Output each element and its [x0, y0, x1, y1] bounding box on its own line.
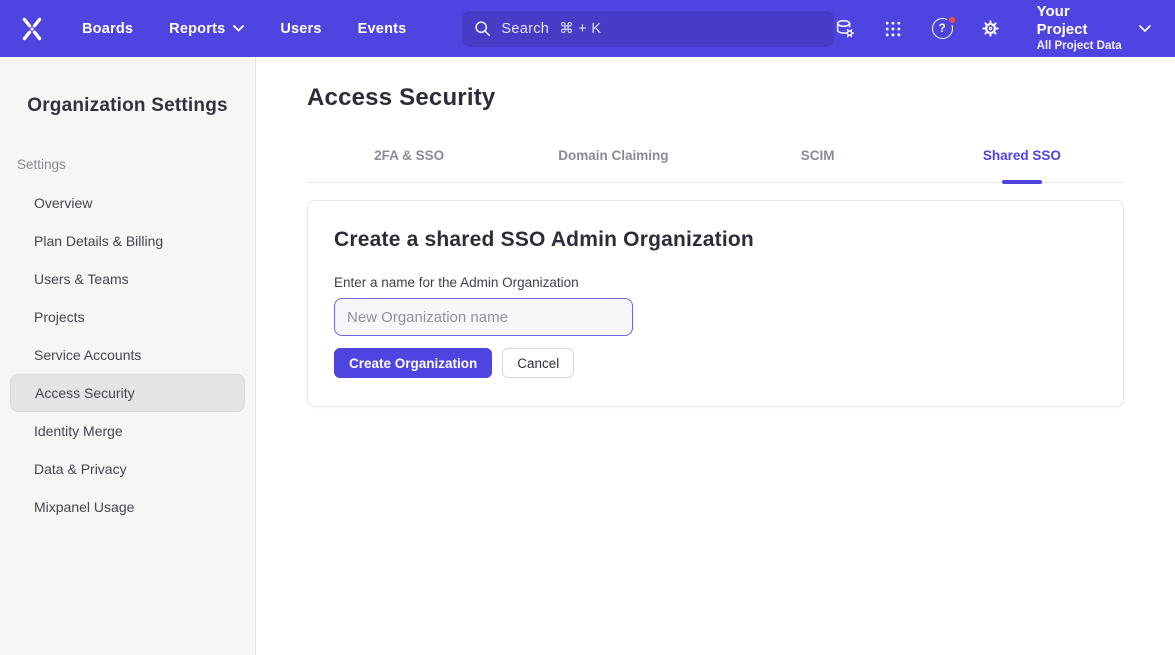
tab-2fa-sso[interactable]: 2FA & SSO	[307, 148, 511, 182]
card-title: Create a shared SSO Admin Organization	[334, 228, 1097, 252]
search-shortcut: ⌘ + K	[559, 21, 601, 37]
sidebar-item-plan-details-billing[interactable]: Plan Details & Billing	[10, 222, 245, 260]
card-actions: Create Organization Cancel	[334, 348, 1097, 378]
help-icon[interactable]: ?	[931, 18, 953, 40]
sidebar-item-service-accounts[interactable]: Service Accounts	[10, 336, 245, 374]
nav-item-label: Users	[280, 21, 321, 37]
nav-item-boards[interactable]: Boards	[82, 21, 133, 37]
nav-utility-area: ? Your Project All Project Data	[834, 3, 1151, 54]
sidebar-item-projects[interactable]: Projects	[10, 298, 245, 336]
sidebar-item-overview[interactable]: Overview	[10, 184, 245, 222]
primary-nav: Boards Reports Users Events	[82, 21, 406, 37]
page-title: Access Security	[307, 84, 1124, 112]
org-name-input[interactable]	[334, 298, 633, 336]
tab-shared-sso[interactable]: Shared SSO	[920, 148, 1124, 182]
nav-item-label: Boards	[82, 21, 133, 37]
settings-sidebar: Organization Settings Settings Overview …	[0, 57, 256, 655]
sidebar-title: Organization Settings	[0, 95, 255, 117]
search-input[interactable]: Search ⌘ + K	[462, 11, 833, 47]
sidebar-section-label: Settings	[17, 157, 255, 172]
sidebar-nav-list: Overview Plan Details & Billing Users & …	[0, 184, 255, 526]
apps-grid-icon[interactable]	[883, 18, 905, 40]
nav-item-label: Reports	[169, 21, 225, 37]
nav-item-events[interactable]: Events	[358, 21, 407, 37]
chevron-down-icon	[1139, 25, 1151, 33]
main-content: Access Security 2FA & SSO Domain Claimin…	[256, 57, 1175, 655]
project-selector[interactable]: Your Project All Project Data	[1037, 3, 1151, 54]
org-name-label: Enter a name for the Admin Organization	[334, 275, 1097, 290]
sidebar-item-access-security[interactable]: Access Security	[10, 374, 245, 412]
top-navbar: Boards Reports Users Events Search ⌘ + K	[0, 0, 1175, 57]
sidebar-item-data-privacy[interactable]: Data & Privacy	[10, 450, 245, 488]
tab-domain-claiming[interactable]: Domain Claiming	[511, 148, 715, 182]
search-icon	[474, 20, 491, 37]
cancel-button[interactable]: Cancel	[502, 348, 574, 378]
chevron-down-icon	[233, 25, 244, 32]
create-admin-org-card: Create a shared SSO Admin Organization E…	[307, 200, 1124, 407]
search-placeholder: Search	[501, 21, 549, 37]
nav-item-users[interactable]: Users	[280, 21, 321, 37]
nav-item-label: Events	[358, 21, 407, 37]
project-data-view: All Project Data	[1037, 39, 1124, 54]
notification-badge	[947, 15, 957, 25]
sidebar-item-mixpanel-usage[interactable]: Mixpanel Usage	[10, 488, 245, 526]
sidebar-item-users-teams[interactable]: Users & Teams	[10, 260, 245, 298]
settings-gear-icon[interactable]	[980, 18, 1002, 40]
mixpanel-logo-icon[interactable]	[16, 13, 48, 45]
create-organization-button[interactable]: Create Organization	[334, 348, 492, 378]
sidebar-item-identity-merge[interactable]: Identity Merge	[10, 412, 245, 450]
data-management-icon[interactable]	[834, 18, 856, 40]
tab-scim[interactable]: SCIM	[716, 148, 920, 182]
nav-item-reports[interactable]: Reports	[169, 21, 244, 37]
project-name: Your Project	[1037, 3, 1124, 39]
tab-bar: 2FA & SSO Domain Claiming SCIM Shared SS…	[307, 148, 1124, 183]
